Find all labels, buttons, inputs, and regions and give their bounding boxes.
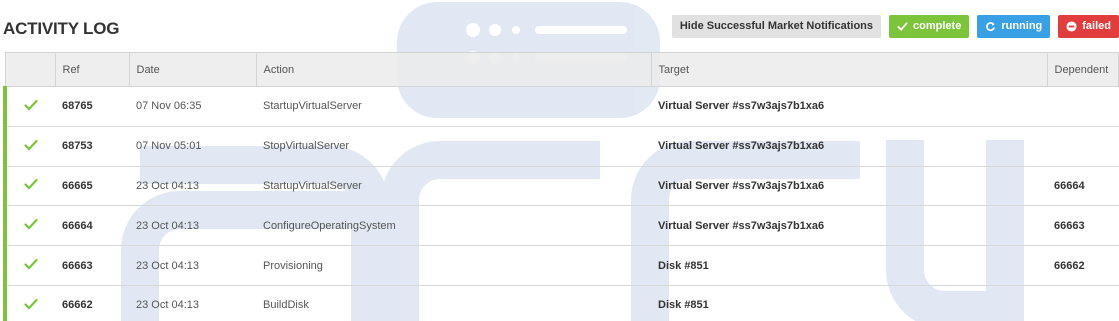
table-row[interactable]: 68765 07 Nov 06:35 StartupVirtualServer … xyxy=(3,86,1119,127)
column-action[interactable]: Action xyxy=(256,52,652,87)
action-cell: StartupVirtualServer xyxy=(256,86,651,127)
filter-toolbar: Hide Successful Market Notifications com… xyxy=(671,15,1119,38)
ref-cell: 66663 xyxy=(55,245,129,286)
action-cell: StopVirtualServer xyxy=(256,126,651,167)
refresh-icon xyxy=(985,21,996,32)
table-row[interactable]: 68753 07 Nov 05:01 StopVirtualServer Vir… xyxy=(3,126,1119,167)
dependent-cell xyxy=(1047,126,1119,167)
status-cell xyxy=(3,166,55,207)
column-dependent[interactable]: Dependent xyxy=(1047,52,1119,87)
target-cell: Virtual Server #ss7w3ajs7b1xa6 xyxy=(651,126,1047,167)
date-cell: 23 Oct 04:13 xyxy=(129,245,256,286)
status-cell xyxy=(3,285,55,321)
ref-cell: 68765 xyxy=(55,86,129,127)
dependent-cell: 66664 xyxy=(1047,166,1119,207)
filter-complete-button[interactable]: complete xyxy=(889,15,970,38)
filter-complete-label: complete xyxy=(913,20,962,32)
table-row[interactable]: 66663 23 Oct 04:13 Provisioning Disk #85… xyxy=(3,245,1119,286)
ref-cell: 68753 xyxy=(55,126,129,167)
page-header: ACTIVITY LOG Hide Successful Market Noti… xyxy=(0,0,1119,52)
date-cell: 23 Oct 04:13 xyxy=(129,285,256,321)
page-title: ACTIVITY LOG xyxy=(3,19,120,38)
column-ref[interactable]: Ref xyxy=(55,52,130,87)
check-icon xyxy=(897,21,908,32)
target-cell: Virtual Server #ss7w3ajs7b1xa6 xyxy=(651,86,1047,127)
column-status xyxy=(4,52,56,87)
check-icon xyxy=(24,258,38,273)
table-header-row: Ref Date Action Target Dependent xyxy=(4,52,1119,87)
table-row[interactable]: 66664 23 Oct 04:13 ConfigureOperatingSys… xyxy=(3,205,1119,247)
check-icon xyxy=(24,178,38,193)
target-cell: Disk #851 xyxy=(651,285,1047,321)
action-cell: StartupVirtualServer xyxy=(256,166,651,207)
action-cell: BuildDisk xyxy=(256,285,651,321)
table-row[interactable]: 66662 23 Oct 04:13 BuildDisk Disk #851 xyxy=(3,285,1119,321)
table-row[interactable]: 66665 23 Oct 04:13 StartupVirtualServer … xyxy=(3,166,1119,207)
filter-running-label: running xyxy=(1001,20,1043,32)
filter-failed-label: failed xyxy=(1082,20,1111,32)
date-cell: 23 Oct 04:13 xyxy=(129,205,256,247)
date-cell: 07 Nov 06:35 xyxy=(129,86,256,127)
target-cell: Virtual Server #ss7w3ajs7b1xa6 xyxy=(651,166,1047,207)
dependent-cell xyxy=(1047,86,1119,127)
minus-circle-icon xyxy=(1066,21,1077,32)
ref-cell: 66662 xyxy=(55,285,129,321)
target-cell: Virtual Server #ss7w3ajs7b1xa6 xyxy=(651,205,1047,247)
target-cell: Disk #851 xyxy=(651,245,1047,286)
ref-cell: 66665 xyxy=(55,166,129,207)
dependent-cell xyxy=(1047,285,1119,321)
status-cell xyxy=(3,245,55,286)
column-target[interactable]: Target xyxy=(651,52,1048,87)
status-cell xyxy=(3,205,55,247)
filter-failed-button[interactable]: failed xyxy=(1058,15,1119,38)
dependent-cell: 66663 xyxy=(1047,205,1119,247)
hide-successful-button[interactable]: Hide Successful Market Notifications xyxy=(671,15,882,38)
date-cell: 23 Oct 04:13 xyxy=(129,166,256,207)
activity-table: Ref Date Action Target Dependent 68765 0… xyxy=(3,52,1119,321)
check-icon xyxy=(24,99,38,114)
filter-running-button[interactable]: running xyxy=(977,15,1051,38)
check-icon xyxy=(24,298,38,313)
status-cell xyxy=(3,126,55,167)
date-cell: 07 Nov 05:01 xyxy=(129,126,256,167)
column-date[interactable]: Date xyxy=(129,52,257,87)
action-cell: ConfigureOperatingSystem xyxy=(256,205,651,247)
status-cell xyxy=(3,86,55,127)
action-cell: Provisioning xyxy=(256,245,651,286)
dependent-cell: 66662 xyxy=(1047,245,1119,286)
check-icon xyxy=(24,218,38,233)
check-icon xyxy=(24,139,38,154)
ref-cell: 66664 xyxy=(55,205,129,247)
